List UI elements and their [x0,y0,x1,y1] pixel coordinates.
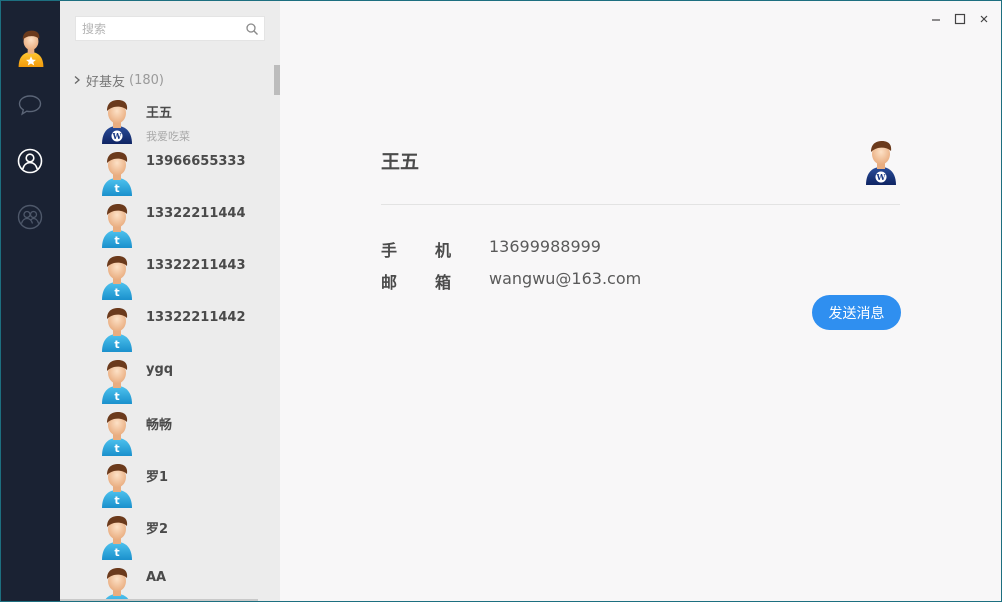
maximize-button[interactable] [950,9,970,29]
close-button[interactable] [974,9,994,29]
twitter-user-icon [100,306,134,352]
contact-name: 13322211443 [146,258,246,273]
minimize-icon [932,19,940,21]
detail-contact-name: 王五 [381,151,420,173]
send-message-button[interactable]: 发送消息 [812,295,901,330]
detail-divider [381,204,900,205]
contact-list-item[interactable]: ygq [60,355,274,407]
twitter-user-icon [100,358,134,404]
contact-name: 畅畅 [146,418,173,433]
contact-name: 13322211442 [146,310,246,325]
group-header-friends[interactable]: 好基友 (180) [72,71,164,90]
contact-list-item[interactable]: 罗2 [60,511,274,563]
contact-name: ygq [146,362,174,377]
contact-list: 王五我爱吃菜 13966655333 13322211444 13322211443 1… [60,95,274,601]
contact-list-panel: 好基友 (180) 王五我爱吃菜 13966655333 13322211444 13… [60,1,280,601]
contact-name: 罗1 [146,470,169,485]
close-icon [980,15,988,23]
contact-list-item[interactable]: 畅畅 [60,407,274,459]
email-value: wangwu@163.com [489,269,642,288]
search-box [75,16,265,41]
chat-bubble-icon [18,95,42,116]
contact-status: 我爱吃菜 [146,130,190,143]
contact-list-item[interactable]: 13322211442 [60,303,274,355]
contact-name: AA [146,570,167,585]
contact-name: 王五 [146,106,173,121]
nav-rail [1,1,60,601]
email-label: 邮 箱 [381,273,451,292]
my-avatar[interactable] [15,29,47,67]
phone-label: 手 机 [381,241,451,260]
my-avatar-icon [15,29,47,67]
nav-contacts-button[interactable] [16,147,44,175]
contact-list-item[interactable]: 王五 我爱吃菜 [60,95,274,147]
search-input[interactable] [76,17,236,40]
app-window: t W [0,0,1002,602]
twitter-user-icon [100,410,134,456]
nav-chat-button[interactable] [16,91,44,119]
contact-person-icon [17,148,43,174]
contact-name: 13966655333 [146,154,246,169]
contact-list-item[interactable]: 13322211444 [60,199,274,251]
contact-list-item[interactable]: 罗1 [60,459,274,511]
twitter-user-icon [100,462,134,508]
contact-detail-panel: 王五 手 机 13699988999 邮 箱 wangwu@163.com 发送… [280,1,1001,601]
nav-groups-button[interactable] [16,203,44,231]
list-bottom-divider [60,599,258,601]
maximize-icon [954,13,966,25]
twitter-user-icon [100,150,134,196]
group-people-icon [17,204,43,230]
twitter-user-icon [100,254,134,300]
phone-value: 13699988999 [489,237,601,256]
contact-name: 罗2 [146,522,169,537]
contact-name: 13322211444 [146,206,246,221]
detail-avatar-icon [864,139,898,185]
search-icon[interactable] [245,22,259,36]
chevron-right-icon [74,76,80,84]
minimize-button[interactable] [926,9,946,29]
twitter-user-icon [100,202,134,248]
wordpress-user-icon [100,98,134,144]
twitter-user-icon [100,566,134,601]
contact-list-item[interactable]: 13322211443 [60,251,274,303]
contact-list-item[interactable]: AA [60,563,274,601]
twitter-user-icon [100,514,134,560]
contact-list-item[interactable]: 13966655333 [60,147,274,199]
group-count: (180) [129,72,164,88]
group-name: 好基友 [86,74,126,90]
